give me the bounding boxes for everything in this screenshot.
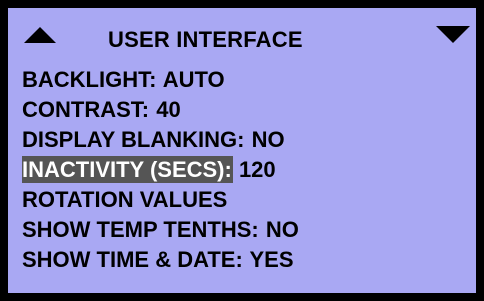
header: USER INTERFACE <box>8 8 476 60</box>
menu-item-value: NO <box>259 217 299 242</box>
screen-title: USER INTERFACE <box>108 27 303 52</box>
menu-item-show-time-date[interactable]: SHOW TIME & DATE: YES <box>22 245 299 275</box>
scroll-down-arrow-icon[interactable] <box>436 26 470 43</box>
menu-item-rotation-values[interactable]: ROTATION VALUES <box>22 185 299 215</box>
menu-item-label: SHOW TEMP TENTHS: <box>22 217 259 242</box>
menu-item-inactivity[interactable]: INACTIVITY (SECS): 120 <box>22 155 299 185</box>
settings-menu: BACKLIGHT: AUTO CONTRAST: 40 DISPLAY BLA… <box>22 65 299 275</box>
menu-item-label: SHOW TIME & DATE: <box>22 247 243 272</box>
menu-item-value: YES <box>243 247 294 272</box>
menu-item-label: DISPLAY BLANKING: <box>22 127 245 152</box>
menu-item-label-selected: INACTIVITY (SECS): <box>22 156 233 183</box>
menu-item-label: BACKLIGHT: <box>22 67 157 92</box>
menu-item-label: CONTRAST: <box>22 97 150 122</box>
menu-item-show-temp-tenths[interactable]: SHOW TEMP TENTHS: NO <box>22 215 299 245</box>
menu-item-value: AUTO <box>157 67 225 92</box>
scroll-up-arrow-icon[interactable] <box>24 27 56 43</box>
menu-item-display-blanking[interactable]: DISPLAY BLANKING: NO <box>22 125 299 155</box>
menu-item-contrast[interactable]: CONTRAST: 40 <box>22 95 299 125</box>
menu-item-value: 40 <box>150 97 181 122</box>
menu-item-backlight[interactable]: BACKLIGHT: AUTO <box>22 65 299 95</box>
lcd-screen: USER INTERFACE BACKLIGHT: AUTO CONTRAST:… <box>8 8 476 293</box>
menu-item-value: NO <box>245 127 285 152</box>
menu-item-value: 120 <box>232 157 276 182</box>
menu-item-label: ROTATION VALUES <box>22 187 228 212</box>
